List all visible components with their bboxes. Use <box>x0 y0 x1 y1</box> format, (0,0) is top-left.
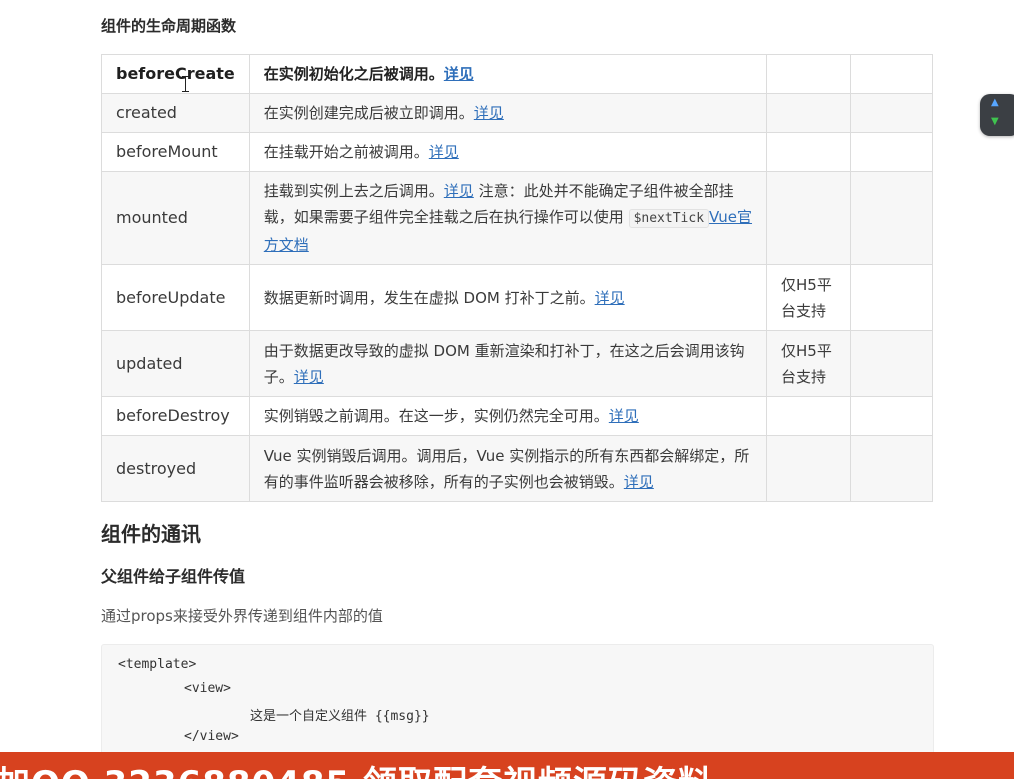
props-subheading: 父组件给子组件传值 <box>101 567 246 586</box>
code-line: <template> <box>118 657 197 672</box>
platform-cell <box>765 435 852 502</box>
code-line: 这是一个自定义组件 {{msg}} <box>250 709 430 724</box>
platform-cell <box>765 93 852 133</box>
props-paragraph: 通过props来接受外界传递到组件内部的值 <box>101 607 383 625</box>
hook-description: 在挂载开始之前被调用。详见 <box>248 132 768 172</box>
hook-desc-text: Vue 实例销毁后调用。调用后，Vue 实例指示的所有东西都会解绑定，所有的事件… <box>263 446 750 491</box>
hook-desc-text: 在实例创建完成后被立即调用。 <box>263 104 474 122</box>
hook-name: beforeDestroy <box>101 396 250 436</box>
platform-cell <box>765 396 852 436</box>
hook-description: 在实例初始化之后被调用。详见 <box>248 54 768 94</box>
hook-name: updated <box>101 330 250 397</box>
code-line: </view> <box>184 729 239 744</box>
table-row: mounted 挂载到实例上去之后调用。详见 注意：此处并不能确定子组件被全部挂… <box>101 171 933 265</box>
section-title: 组件的生命周期函数 <box>101 17 237 35</box>
hook-name: beforeUpdate <box>101 264 250 331</box>
promo-banner-text: 加QQ 3236880485 领取配套视频源码资料 <box>0 756 713 779</box>
platform-cell <box>765 171 852 265</box>
hook-desc-text: 挂载到实例上去之后调用。 <box>263 182 444 200</box>
table-row: beforeDestroy 实例销毁之前调用。在这一步，实例仍然完全可用。详见 <box>101 396 933 436</box>
communication-heading: 组件的通讯 <box>101 522 201 546</box>
see-link[interactable]: 详见 <box>609 407 639 425</box>
extra-cell <box>850 132 933 172</box>
hook-desc-text: 在挂载开始之前被调用。 <box>263 143 429 161</box>
arrow-down-icon[interactable]: ▼ <box>991 116 999 127</box>
see-link[interactable]: 详见 <box>444 65 474 83</box>
hook-desc-text: 由于数据更改导致的虚拟 DOM 重新渲染和打补丁，在这之后会调用该钩子。 <box>263 341 745 386</box>
extra-cell <box>850 330 933 397</box>
table-row: destroyed Vue 实例销毁后调用。调用后，Vue 实例指示的所有东西都… <box>101 435 933 502</box>
table-row: beforeUpdate 数据更新时调用，发生在虚拟 DOM 打补丁之前。详见 … <box>101 264 933 331</box>
lifecycle-table: beforeCreate 在实例初始化之后被调用。详见 created 在实例创… <box>101 54 933 502</box>
platform-cell <box>765 132 852 172</box>
hook-name: beforeMount <box>101 132 250 172</box>
see-link[interactable]: 详见 <box>474 104 504 122</box>
code-line: <view> <box>184 681 231 696</box>
see-link[interactable]: 详见 <box>294 368 324 386</box>
hook-desc-text: 实例销毁之前调用。在这一步，实例仍然完全可用。 <box>263 407 609 425</box>
extra-cell <box>850 396 933 436</box>
see-link[interactable]: 详见 <box>429 143 459 161</box>
table-row: beforeMount 在挂载开始之前被调用。详见 <box>101 132 933 172</box>
extra-cell <box>850 171 933 265</box>
platform-cell: 仅H5平台支持 <box>765 330 852 397</box>
platform-cell: 仅H5平台支持 <box>765 264 852 331</box>
code-block: <template> <view> 这是一个自定义组件 {{msg}} </vi… <box>101 644 934 756</box>
hook-description: Vue 实例销毁后调用。调用后，Vue 实例指示的所有东西都会解绑定，所有的事件… <box>248 435 768 502</box>
hook-name: created <box>101 93 250 133</box>
extra-cell <box>850 54 933 94</box>
table-row: beforeCreate 在实例初始化之后被调用。详见 <box>101 54 933 94</box>
scroll-widget[interactable]: ▲ ▼ <box>980 94 1014 136</box>
hook-name: mounted <box>101 171 250 265</box>
hook-desc-text: 在实例初始化之后被调用。 <box>263 65 444 83</box>
arrow-up-icon[interactable]: ▲ <box>991 97 999 108</box>
hook-description: 数据更新时调用，发生在虚拟 DOM 打补丁之前。详见 <box>248 264 768 331</box>
hook-description: 由于数据更改导致的虚拟 DOM 重新渲染和打补丁，在这之后会调用该钩子。详见 <box>248 330 768 397</box>
extra-cell <box>850 93 933 133</box>
extra-cell <box>850 264 933 331</box>
nexttick-code: $nextTick <box>628 209 710 228</box>
extra-cell <box>850 435 933 502</box>
hook-description: 挂载到实例上去之后调用。详见 注意：此处并不能确定子组件被全部挂载，如果需要子组… <box>248 171 768 265</box>
hook-desc-text: 数据更新时调用，发生在虚拟 DOM 打补丁之前。 <box>263 288 595 307</box>
see-link[interactable]: 详见 <box>624 473 654 491</box>
hook-description: 实例销毁之前调用。在这一步，实例仍然完全可用。详见 <box>248 396 768 436</box>
table-row: created 在实例创建完成后被立即调用。详见 <box>101 93 933 133</box>
see-link[interactable]: 详见 <box>595 289 625 307</box>
hook-description: 在实例创建完成后被立即调用。详见 <box>248 93 768 133</box>
see-link[interactable]: 详见 <box>444 182 474 200</box>
promo-banner: 加QQ 3236880485 领取配套视频源码资料 <box>0 752 1014 779</box>
text-cursor-icon <box>182 76 189 92</box>
platform-cell <box>765 54 852 94</box>
hook-name: destroyed <box>101 435 250 502</box>
hook-name: beforeCreate <box>101 54 250 94</box>
table-row: updated 由于数据更改导致的虚拟 DOM 重新渲染和打补丁，在这之后会调用… <box>101 330 933 397</box>
